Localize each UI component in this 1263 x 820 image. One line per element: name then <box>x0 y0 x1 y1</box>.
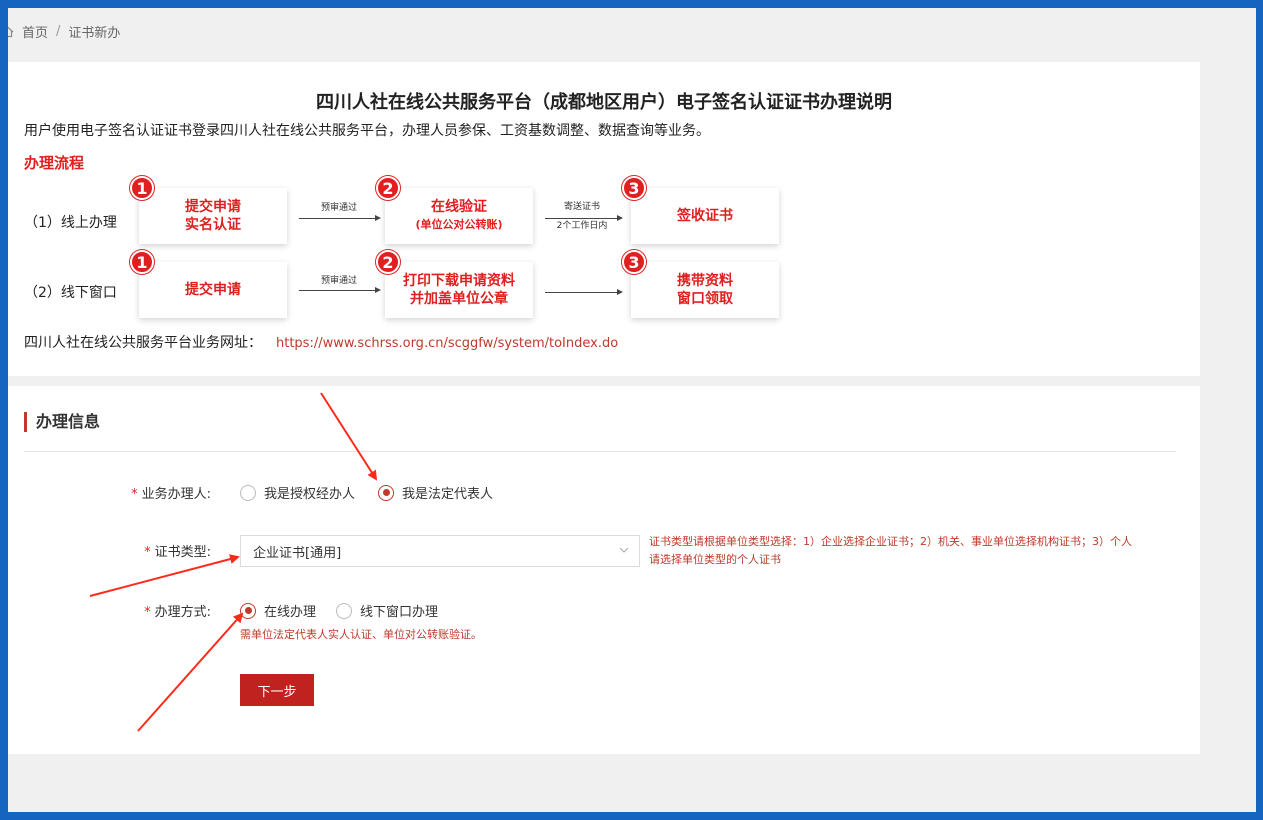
method-radio-offline[interactable]: 线下窗口办理 <box>336 601 438 620</box>
online-step-2-box: 在线验证 (单位公对公转账) <box>385 188 533 244</box>
section-title: 办理信息 <box>24 412 100 432</box>
step-text: 窗口领取 <box>677 291 733 307</box>
required-mark: * <box>144 545 151 560</box>
radio-label: 我是授权经办人 <box>264 487 356 502</box>
required-mark: * <box>131 487 138 502</box>
url-label: 四川人社在线公共服务平台业务网址： <box>24 335 262 351</box>
breadcrumb: 首页 / 证书新办 <box>8 22 120 41</box>
step-text: 携带资料 <box>677 273 733 289</box>
handler-label-text: 业务办理人: <box>141 487 211 502</box>
intro-text: 用户使用电子签名认证证书登录四川人社在线公共服务平台，办理人员参保、工资基数调整… <box>24 123 710 139</box>
step-text: 签收证书 <box>677 208 733 224</box>
offline-step-3-box: 携带资料 窗口领取 <box>631 262 779 318</box>
radio-circle-selected[interactable] <box>378 484 394 501</box>
flow-title: 办理流程 <box>24 154 85 172</box>
hint-line: 请选择单位类型的个人证书 <box>649 553 781 566</box>
breadcrumb-separator: / <box>56 24 61 39</box>
online-row-label: （1）线上办理 <box>24 215 117 231</box>
required-mark: * <box>144 605 151 620</box>
page-frame: 首页 / 证书新办 四川人社在线公共服务平台（成都地区用户）电子签名认证证书办理… <box>8 8 1256 812</box>
handler-radio-agent[interactable]: 我是授权经办人 <box>240 483 355 502</box>
step-number-badge: 3 <box>622 250 646 274</box>
radio-label: 线下窗口办理 <box>360 605 439 620</box>
method-label: * 办理方式: <box>111 601 211 620</box>
step-text: 在线验证 <box>431 199 487 215</box>
instructions-card: 四川人社在线公共服务平台（成都地区用户）电子签名认证证书办理说明 用户使用电子签… <box>8 62 1200 376</box>
method-hint: 需单位法定代表人实人认证、单位对公转账验证。 <box>240 628 482 641</box>
step-text: 打印下载申请资料 <box>403 273 515 289</box>
flow-arrow <box>299 287 381 293</box>
step-text: 提交申请 <box>185 282 241 298</box>
radio-circle[interactable] <box>240 484 256 501</box>
cert-type-hint: 证书类型请根据单位类型选择：1）企业选择企业证书；2）机关、事业单位选择机构证书… <box>649 533 1132 569</box>
step-text: 实名认证 <box>185 217 241 233</box>
chevron-down-icon[interactable] <box>619 545 629 555</box>
arrow-label: 预审通过 <box>320 203 357 213</box>
service-url-link[interactable]: https://www.schrss.org.cn/scggfw/system/… <box>276 336 618 351</box>
step-number-badge: 2 <box>376 176 400 200</box>
offline-step-1-box: 提交申请 <box>139 262 287 318</box>
method-radio-online[interactable]: 在线办理 <box>240 601 316 620</box>
flow-arrow <box>545 215 623 221</box>
step-number-badge: 1 <box>130 176 154 200</box>
section-divider <box>24 451 1176 452</box>
select-value: 企业证书[通用] <box>253 545 342 561</box>
handler-radio-legal-rep[interactable]: 我是法定代表人 <box>378 483 493 502</box>
flow-arrow <box>299 215 381 221</box>
cert-type-label: * 证书类型: <box>111 541 211 560</box>
step-text: 并加盖单位公章 <box>410 291 508 307</box>
offline-step-2-box: 打印下载申请资料 并加盖单位公章 <box>385 262 533 318</box>
step-subtext: (单位公对公转账) <box>415 218 503 231</box>
step-number-badge: 1 <box>130 250 154 274</box>
radio-circle[interactable] <box>336 602 352 619</box>
cert-type-select[interactable]: 企业证书[通用] <box>240 535 640 567</box>
hint-line: 证书类型请根据单位类型选择：1）企业选择企业证书；2）机关、事业单位选择机构证书… <box>649 535 1132 548</box>
radio-label: 我是法定代表人 <box>402 487 494 502</box>
offline-row-label: （2）线下窗口 <box>24 285 117 301</box>
radio-circle-selected[interactable] <box>240 602 256 619</box>
step-number-badge: 2 <box>376 250 400 274</box>
arrow-label: 预审通过 <box>320 276 357 286</box>
page-title: 四川人社在线公共服务平台（成都地区用户）电子签名认证证书办理说明 <box>316 92 892 113</box>
online-step-1-box: 提交申请 实名认证 <box>139 188 287 244</box>
step-number-badge: 3 <box>622 176 646 200</box>
handler-label: * 业务办理人: <box>111 483 211 502</box>
radio-label: 在线办理 <box>264 605 317 620</box>
cert-type-label-text: 证书类型: <box>154 545 211 560</box>
breadcrumb-home[interactable]: 首页 <box>22 22 48 41</box>
service-url-line: 四川人社在线公共服务平台业务网址： https://www.schrss.org… <box>24 332 618 352</box>
breadcrumb-current: 证书新办 <box>68 26 121 41</box>
method-label-text: 办理方式: <box>154 605 211 620</box>
arrow-label: 寄送证书 <box>563 202 600 212</box>
home-icon[interactable] <box>8 26 14 38</box>
online-step-3-box: 签收证书 <box>631 188 779 244</box>
next-step-button[interactable]: 下一步 <box>240 674 314 706</box>
arrow-label: 2个工作日内 <box>556 221 608 231</box>
flow-arrow <box>545 289 623 295</box>
application-form-card: 办理信息 * 业务办理人: 我是授权经办人 我是法定代表人 * 证书类型: 企业证书… <box>8 386 1200 754</box>
step-text: 提交申请 <box>185 199 241 215</box>
